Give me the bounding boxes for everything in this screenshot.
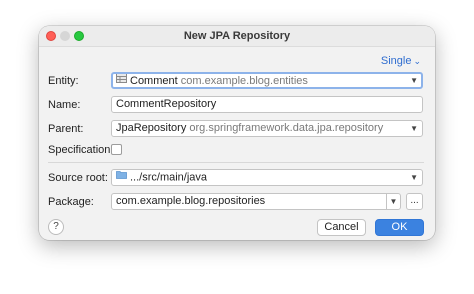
specification-checkbox[interactable] bbox=[111, 144, 122, 155]
divider bbox=[48, 162, 424, 163]
source-root-value: .../src/main/java bbox=[130, 171, 208, 184]
parent-label: Parent: bbox=[48, 123, 84, 135]
source-root-select[interactable]: .../src/main/java ▼ bbox=[111, 169, 423, 186]
name-input[interactable]: CommentRepository bbox=[111, 96, 423, 113]
package-input[interactable]: com.example.blog.repositories bbox=[111, 193, 387, 210]
specification-label: Specification: bbox=[48, 144, 114, 156]
parent-select[interactable]: JpaRepository org.springframework.data.j… bbox=[111, 120, 423, 137]
entity-qualifier: com.example.blog.entities bbox=[180, 74, 308, 87]
help-button[interactable]: ? bbox=[48, 219, 64, 235]
chevron-down-icon: ⌄ bbox=[413, 56, 421, 66]
dropdown-arrow-icon: ▼ bbox=[389, 197, 398, 206]
parent-qualifier: org.springframework.data.jpa.repository bbox=[189, 122, 384, 134]
parent-value: JpaRepository bbox=[116, 122, 187, 134]
package-label: Package: bbox=[48, 196, 94, 208]
folder-icon bbox=[116, 170, 127, 184]
dropdown-arrow-icon: ▼ bbox=[410, 173, 418, 182]
source-root-label: Source root: bbox=[48, 172, 108, 184]
entity-select[interactable]: Comment com.example.blog.entities ▼ bbox=[111, 72, 423, 89]
entity-value: Comment bbox=[130, 74, 178, 87]
ok-button[interactable]: OK bbox=[375, 219, 424, 236]
single-mode-dropdown[interactable]: Single ⌄ bbox=[381, 55, 421, 67]
dialog-title: New JPA Repository bbox=[183, 30, 291, 42]
package-dropdown-button[interactable]: ▼ bbox=[386, 193, 401, 210]
entity-table-icon bbox=[116, 74, 127, 87]
single-mode-label: Single bbox=[380, 55, 412, 67]
cancel-button[interactable]: Cancel bbox=[317, 219, 366, 236]
name-label: Name: bbox=[48, 99, 81, 111]
package-browse-button[interactable]: ... bbox=[406, 193, 423, 210]
dropdown-arrow-icon: ▼ bbox=[410, 76, 418, 85]
new-jpa-repository-dialog: New JPA Repository Single ⌄ Entity: Comme… bbox=[39, 26, 435, 240]
entity-label: Entity: bbox=[48, 75, 79, 87]
dropdown-arrow-icon: ▼ bbox=[410, 124, 418, 133]
title-bar: New JPA Repository bbox=[39, 26, 435, 47]
